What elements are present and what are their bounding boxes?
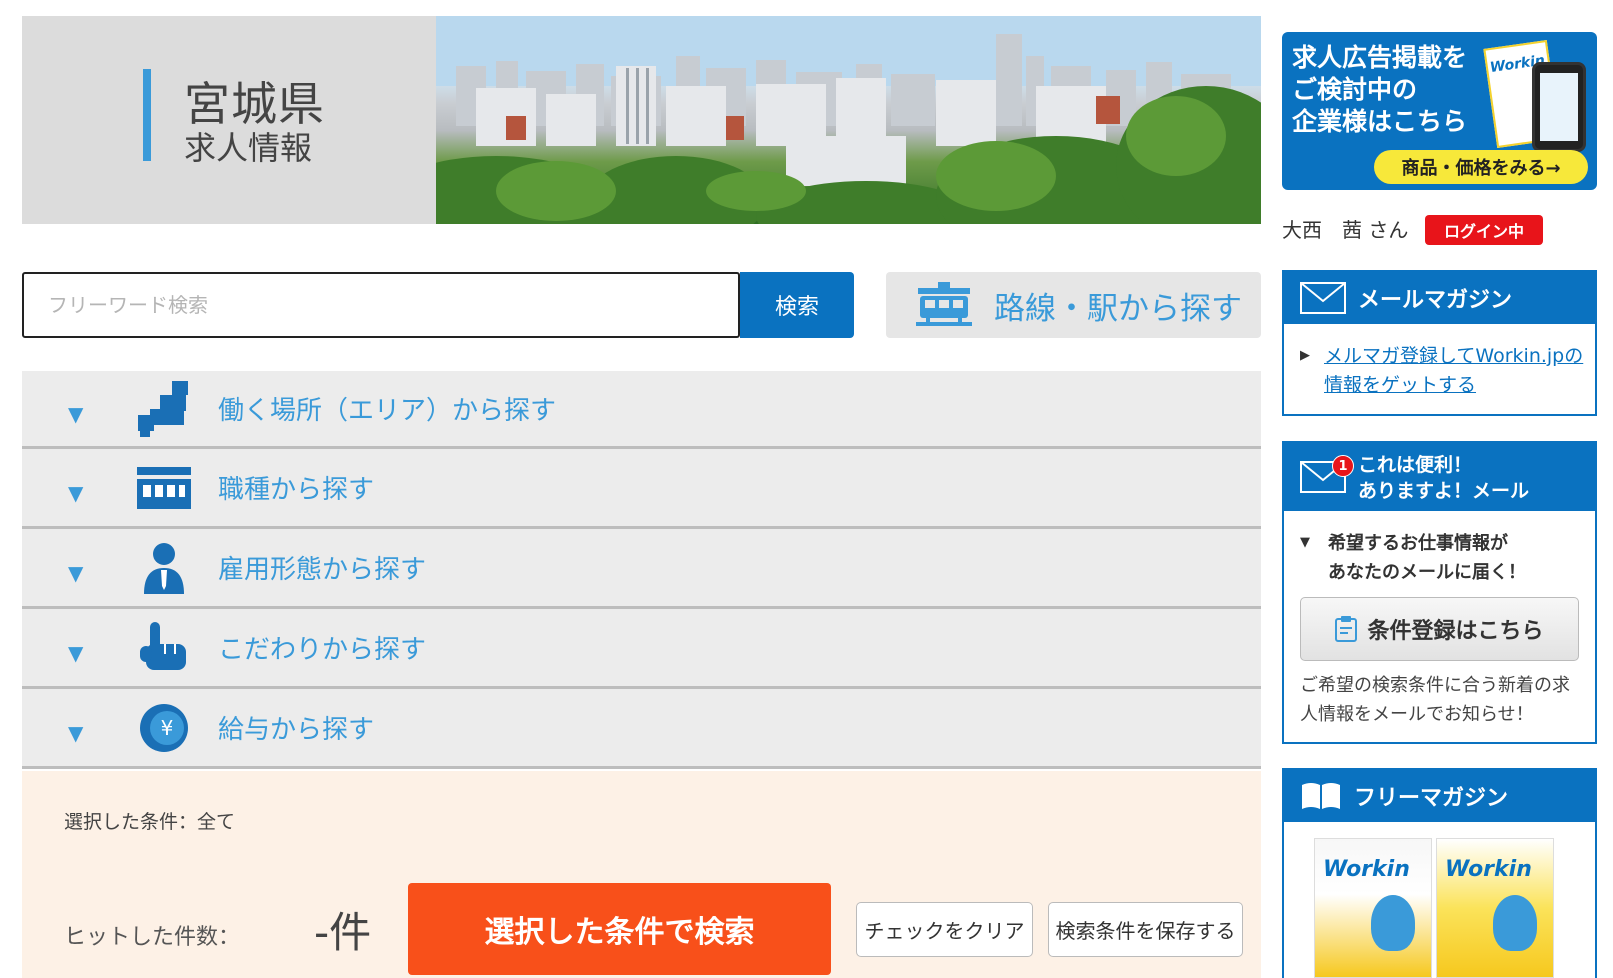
magazine-cover[interactable]: Workin [1436, 838, 1554, 978]
accordion-label: 給与から探す [218, 715, 375, 745]
accordion-label: こだわりから探す [218, 635, 427, 665]
pointing-hand-icon [136, 620, 192, 676]
ad-line-1: 求人広告掲載を [1292, 43, 1468, 72]
ad-line-3: 企業様はこちら [1292, 107, 1468, 136]
accordion-item-preference[interactable]: ▼ こだわりから探す [22, 609, 1261, 689]
advertise-banner[interactable]: Workin 求人広告掲載を ご検討中の 企業様はこちら 商品・価格をみる→ [1282, 32, 1597, 190]
triangle-down-icon: ▼ [68, 480, 84, 505]
job-alert-description: 希望するお仕事情報が あなたのメールに届く！ [1328, 529, 1526, 587]
user-name: 大西 茜 さん [1282, 218, 1409, 242]
register-conditions-label: 条件登録はこちら [1367, 619, 1544, 644]
search-result-panel: 選択した条件：全て ヒットした件数： -件 選択した条件で検索 チェックをクリア… [22, 771, 1261, 978]
accordion-item-salary[interactable]: ▼ ¥ 給与から探す [22, 689, 1261, 769]
triangle-down-icon: ▼ [68, 720, 84, 745]
magazine-cover[interactable]: Workin [1314, 838, 1432, 978]
triangle-down-icon: ▼ [1300, 535, 1310, 550]
job-alert-box: 1 これは便利！ ありますよ！メール ▼ 希望するお仕事情報が あなたのメールに… [1282, 441, 1597, 744]
accordion-label: 雇用形態から探す [218, 555, 427, 585]
search-category-accordion: ▼ 働く場所（エリア）から探す ▼ 職種から探す ▼ 雇用形態から探す ▼ こだ… [22, 371, 1261, 769]
prefecture-header: 宮城県 求人情報 [22, 16, 436, 224]
accordion-label: 職種から探す [218, 475, 375, 505]
search-by-station-button[interactable]: 路線・駅から探す [886, 272, 1261, 338]
save-conditions-button[interactable]: 検索条件を保存する [1048, 902, 1243, 957]
mail-magazine-header: メールマガジン [1284, 272, 1595, 324]
job-alert-title: これは便利！ ありますよ！メール [1358, 452, 1529, 504]
accordion-item-area[interactable]: ▼ 働く場所（エリア）から探す [22, 371, 1261, 449]
envelope-icon [1300, 282, 1346, 314]
free-magazine-box: フリーマガジン Workin Workin [1282, 768, 1597, 978]
job-alert-title-line-1: これは便利！ [1358, 454, 1473, 476]
mascot-graphic [1493, 895, 1537, 951]
mascot-graphic [1371, 895, 1415, 951]
hit-count-value: -件 [314, 908, 372, 957]
accordion-item-employment-type[interactable]: ▼ 雇用形態から探す [22, 529, 1261, 609]
train-icon [916, 282, 972, 326]
triangle-down-icon: ▼ [68, 560, 84, 585]
clipboard-icon [1335, 616, 1358, 642]
view-pricing-button[interactable]: 商品・価格をみる→ [1374, 150, 1588, 184]
accordion-label: 働く場所（エリア）から探す [218, 396, 557, 426]
search-with-conditions-button[interactable]: 選択した条件で検索 [408, 883, 831, 975]
map-area-icon [136, 380, 192, 437]
magazine-cover-logo: Workin [1445, 857, 1532, 882]
triangle-right-icon: ▶ [1300, 348, 1310, 363]
ad-line-2: ご検討中の [1292, 75, 1418, 104]
job-alert-desc-line-1: 希望するお仕事情報が [1328, 533, 1508, 554]
hit-count-label: ヒットした件数： [64, 925, 241, 950]
login-status-badge: ログイン中 [1425, 215, 1543, 245]
search-input[interactable] [22, 272, 740, 338]
register-conditions-button[interactable]: 条件登録はこちら [1300, 597, 1579, 661]
open-book-icon [1302, 783, 1340, 809]
svg-text:¥: ¥ [161, 716, 174, 740]
magazine-cover-logo: Workin [1323, 857, 1410, 882]
smartphone-graphic [1532, 62, 1586, 152]
yen-coin-icon: ¥ [136, 700, 192, 756]
job-alert-header: 1 これは便利！ ありますよ！メール [1284, 443, 1595, 511]
job-alert-desc-line-2: あなたのメールに届く！ [1328, 562, 1526, 583]
job-alert-title-line-2: ありますよ！メール [1358, 480, 1530, 502]
mail-magazine-box: メールマガジン ▶ メルマガ登録してWorkin.jpの情報をゲットする [1282, 270, 1597, 416]
triangle-down-icon: ▼ [68, 401, 84, 426]
notification-badge: 1 [1332, 455, 1354, 477]
accordion-item-job-type[interactable]: ▼ 職種から探す [22, 449, 1261, 529]
job-alert-note: ご希望の検索条件に合う新着の求人情報をメールでお知らせ！ [1300, 675, 1570, 725]
mail-magazine-title: メールマガジン [1358, 288, 1513, 313]
mail-magazine-signup-link[interactable]: メルマガ登録してWorkin.jpの情報をゲットする [1324, 342, 1586, 400]
shop-icon [136, 460, 192, 516]
station-label: 路線・駅から探す [994, 290, 1242, 327]
selected-conditions: 選択した条件：全て [64, 811, 236, 833]
free-magazine-header: フリーマガジン [1284, 770, 1595, 822]
triangle-down-icon: ▼ [68, 640, 84, 665]
prefecture-subtitle: 求人情報 [184, 129, 313, 167]
accent-bar [143, 69, 151, 161]
person-icon [136, 540, 192, 596]
clear-checks-button[interactable]: チェックをクリア [856, 902, 1033, 957]
city-skyline-photo [436, 16, 1261, 224]
search-button[interactable]: 検索 [740, 272, 854, 338]
free-magazine-title: フリーマガジン [1354, 786, 1509, 811]
